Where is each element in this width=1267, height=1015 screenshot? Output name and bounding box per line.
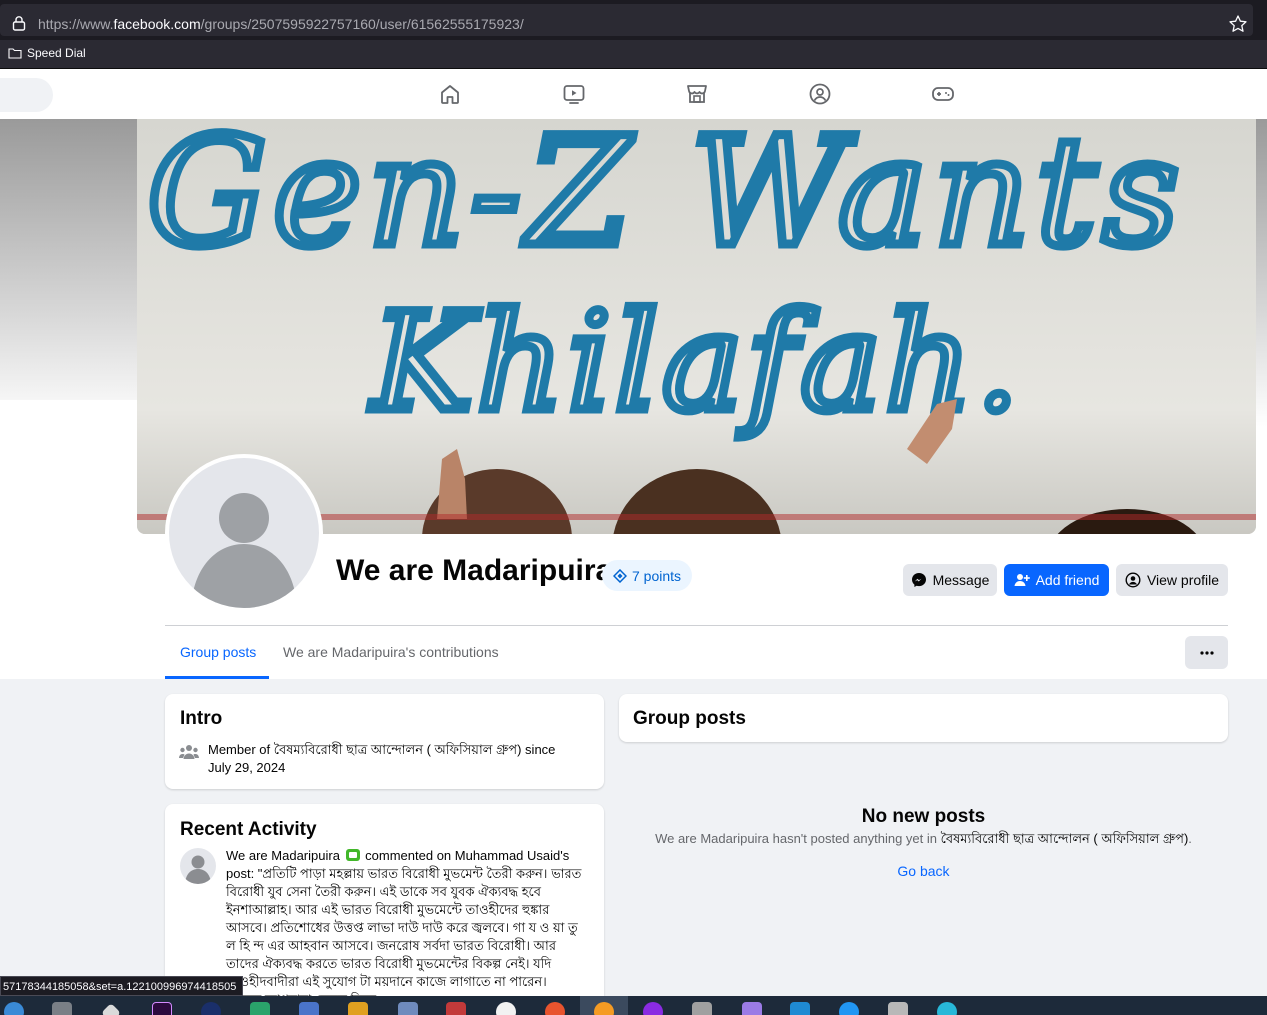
taskbar-app-icon[interactable] [446,1002,466,1015]
search-pill[interactable] [0,78,53,112]
default-avatar-icon [191,493,297,608]
bookmark-star-icon[interactable] [1228,14,1248,34]
folder-icon [8,48,22,59]
comment-badge-icon [345,849,360,861]
go-back-link[interactable]: Go back [619,863,1228,879]
taskbar-app-icon[interactable] [496,1002,516,1015]
view-profile-label: View profile [1146,572,1220,588]
activity-text: We are Madaripuira commented on Muhammad… [226,847,584,1009]
taskbar-app-icon[interactable] [937,1002,957,1015]
taskbar-app-icon[interactable] [299,1002,319,1015]
messenger-icon [911,573,926,587]
taskbar-app-icon[interactable] [839,1002,859,1015]
settings-app-icon[interactable] [4,1002,24,1015]
premiere-app-icon[interactable] [152,1002,172,1015]
activity-target-link[interactable]: Muhammad Usaid [455,848,561,863]
browser-toolbar: https://www.facebook.com/groups/25075959… [0,0,1267,40]
profile-name: We are Madaripuira [336,554,613,587]
activity-avatar[interactable] [180,848,216,884]
groups-icon[interactable] [808,82,832,106]
message-label: Message [932,572,990,588]
url-text[interactable]: https://www.facebook.com/groups/25075959… [38,16,524,32]
no-posts-message: We are Madaripuira hasn't posted anythin… [655,831,1192,846]
activity-comment[interactable]: প্রতিটি পাড়া মহল্লায় ভারত বিরোধী মুভমে… [226,866,581,1007]
lock-icon [12,16,26,31]
activity-actor-link[interactable]: We are Madaripuira [226,848,340,863]
recent-activity-title: Recent Activity [180,819,317,840]
taskbar-app-icon[interactable] [398,1002,418,1015]
add-friend-button[interactable]: Add friend [1004,564,1109,596]
view-profile-button[interactable]: View profile [1116,564,1228,596]
cover-graffiti-image: Gen-Z Wants Khilafah. [137,119,1256,534]
url-field[interactable]: https://www.facebook.com/groups/25075959… [0,4,1253,36]
ellipsis-icon [1199,650,1214,655]
facebook-top-nav [0,69,1267,119]
message-button[interactable]: Message [903,564,997,596]
group-members-icon [179,745,199,759]
taskbar-app-icon[interactable] [692,1002,712,1015]
taskbar-app-icon[interactable] [101,1003,121,1015]
taskbar-app-icon[interactable] [742,1002,762,1015]
intro-card: Intro Member of বৈষম্যবিরোধী ছাত্র আন্দো… [165,694,604,789]
vscode-app-icon[interactable] [790,1002,810,1015]
active-tab-indicator [165,676,269,679]
header-divider [165,625,1228,626]
add-friend-icon [1014,574,1030,586]
taskbar-app-icon[interactable] [201,1002,221,1015]
home-icon[interactable] [438,82,462,106]
profile-avatar[interactable] [169,458,319,608]
taskbar-app-icon[interactable] [888,1002,908,1015]
points-label: 7 points [632,567,682,584]
default-avatar-icon [185,855,211,884]
add-friend-label: Add friend [1035,572,1100,588]
points-badge[interactable]: 7 points [602,560,693,591]
bookmarks-bar: Speed Dial [0,40,1267,69]
more-options-button[interactable] [1185,636,1228,669]
group-posts-title: Group posts [633,708,746,729]
cover-photo[interactable]: Gen-Z Wants Khilafah. [137,119,1256,534]
taskbar-app-icon[interactable] [250,1002,270,1015]
no-posts-group-link[interactable]: বৈষম্যবিরোধী ছাত্র আন্দোলন ( অফিসিয়াল গ… [941,831,1189,846]
marketplace-icon[interactable] [685,82,709,106]
link-status-preview: 57178344185058&set=a.122100996974418505 [0,976,244,996]
intro-since-date: July 29, 2024 [208,760,286,775]
gaming-icon[interactable] [931,82,955,106]
firefox-app-icon[interactable] [594,1002,614,1015]
bookmark-speed-dial[interactable]: Speed Dial [8,46,86,60]
os-taskbar [0,996,1267,1015]
header-white-left [0,400,137,679]
tab-group-posts[interactable]: Group posts [180,644,256,660]
intro-group-link[interactable]: বৈষম্যবিরোধী ছাত্র আন্দোলন ( অফিসিয়াল গ… [274,742,522,757]
watch-icon[interactable] [562,82,586,106]
cover-graffiti-line1: Gen-Z Wants [147,119,1185,280]
taskbar-app-icon[interactable] [545,1002,565,1015]
cover-graffiti-line2: Khilafah. [369,284,1023,441]
profile-circle-icon [1125,572,1141,588]
taskbar-app-icon[interactable] [52,1002,72,1015]
taskbar-app-icon[interactable] [348,1002,368,1015]
group-posts-card: Group posts [619,694,1228,742]
intro-membership: Member of বৈষম্যবিরোধী ছাত্র আন্দোলন ( অ… [208,742,556,775]
intro-title: Intro [180,708,223,729]
taskbar-app-icon[interactable] [643,1002,663,1015]
bookmark-label: Speed Dial [27,46,86,60]
diamond-icon [613,568,627,583]
no-posts-title: No new posts [861,806,986,827]
tab-contributions[interactable]: We are Madaripuira's contributions [283,644,499,660]
